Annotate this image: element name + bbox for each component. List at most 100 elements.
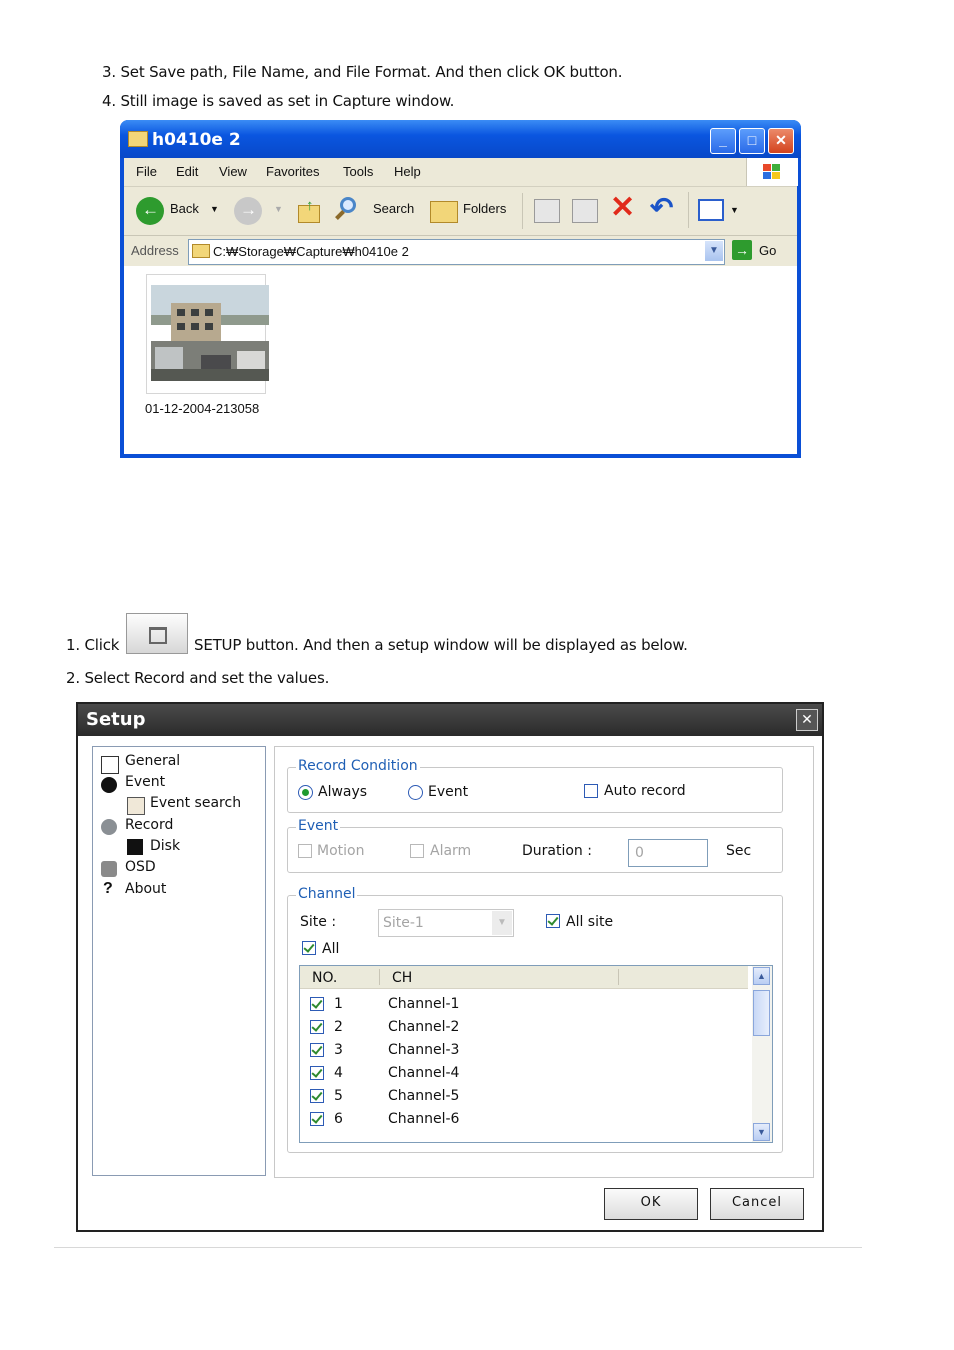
channel-name: Channel-4	[388, 1065, 460, 1081]
click-prefix-text: 1. Click	[66, 636, 120, 654]
address-bar: Address C:₩Storage₩Capture₩h0410e 2 ▼ → …	[124, 236, 797, 266]
auto-record-checkbox[interactable]	[584, 784, 598, 798]
folders-icon[interactable]	[430, 201, 458, 223]
table-row[interactable]: 1 Channel-1	[300, 993, 748, 1016]
general-icon	[101, 756, 119, 774]
close-icon[interactable]: ✕	[796, 709, 818, 731]
table-row[interactable]: 3 Channel-3	[300, 1039, 748, 1062]
event-search-icon	[127, 797, 145, 815]
explorer-window: h0410e 2 _ □ ✕ File Edit View Favorites …	[120, 120, 801, 458]
channel-checkbox[interactable]	[310, 1066, 324, 1080]
views-icon[interactable]	[698, 199, 724, 221]
address-value: C:₩Storage₩Capture₩h0410e 2	[213, 244, 409, 259]
back-button[interactable]: Back	[170, 201, 199, 216]
site-select[interactable]: Site-1 ▼	[378, 909, 514, 937]
toolbar: ← Back ▼ → ▼ ↑ Search Folders ✕ ↶ ▼	[124, 187, 797, 236]
channel-checkbox[interactable]	[310, 1020, 324, 1034]
menu-favorites[interactable]: Favorites	[266, 164, 319, 179]
menu-help[interactable]: Help	[394, 164, 421, 179]
close-icon[interactable]: ✕	[768, 128, 794, 154]
move-to-icon[interactable]	[534, 199, 560, 223]
address-label: Address	[131, 243, 179, 258]
channel-no: 5	[334, 1088, 343, 1104]
forward-arrow-icon[interactable]: →	[234, 197, 262, 225]
all-site-checkbox[interactable]	[546, 914, 560, 928]
table-row[interactable]: 2 Channel-2	[300, 1016, 748, 1039]
all-checkbox[interactable]	[302, 941, 316, 955]
always-radio[interactable]	[298, 785, 313, 800]
footer-divider	[54, 1247, 862, 1248]
duration-input[interactable]: 0	[628, 839, 708, 867]
back-dropdown-icon[interactable]: ▼	[210, 204, 219, 214]
channel-list-scrollbar[interactable]: ▲ ▼	[752, 966, 772, 1142]
search-icon[interactable]	[334, 195, 360, 225]
motion-label: Motion	[317, 843, 365, 859]
duration-label: Duration :	[522, 843, 592, 859]
record-condition-legend: Record Condition	[296, 758, 420, 774]
channel-checkbox[interactable]	[310, 1112, 324, 1126]
undo-icon[interactable]: ↶	[650, 193, 673, 223]
channel-checkbox[interactable]	[310, 1043, 324, 1057]
menu-file[interactable]: File	[136, 164, 157, 179]
folders-button[interactable]: Folders	[463, 201, 506, 216]
tree-item-about[interactable]: About	[125, 881, 166, 897]
record-panel: Record Condition Always Event Auto recor…	[274, 746, 814, 1178]
menu-edit[interactable]: Edit	[176, 164, 198, 179]
maximize-icon[interactable]: □	[739, 128, 765, 154]
tree-item-record[interactable]: Record	[125, 817, 173, 833]
chevron-down-icon[interactable]: ▼	[705, 241, 723, 261]
column-no-header[interactable]: NO.	[312, 970, 337, 986]
minimize-icon[interactable]: _	[710, 128, 736, 154]
forward-dropdown-icon[interactable]: ▼	[274, 204, 283, 214]
back-arrow-icon[interactable]: ←	[136, 197, 164, 225]
motion-checkbox[interactable]	[298, 844, 312, 858]
go-arrow-icon[interactable]: →	[732, 240, 752, 260]
setup-tools-icon	[149, 627, 167, 644]
tree-item-general[interactable]: General	[125, 753, 180, 769]
table-row[interactable]: 4 Channel-4	[300, 1062, 748, 1085]
table-row[interactable]: 6 Channel-6	[300, 1108, 748, 1131]
thumbnail-image	[151, 285, 269, 381]
auto-record-label: Auto record	[604, 783, 686, 799]
event-radio[interactable]	[408, 785, 423, 800]
address-field[interactable]: C:₩Storage₩Capture₩h0410e 2 ▼	[188, 239, 725, 265]
cancel-button[interactable]: Cancel	[710, 1188, 804, 1220]
menu-view[interactable]: View	[219, 164, 247, 179]
table-row[interactable]: 5 Channel-5	[300, 1085, 748, 1108]
copy-to-icon[interactable]	[572, 199, 598, 223]
chevron-down-icon[interactable]: ▼	[492, 911, 512, 935]
osd-icon	[101, 861, 117, 877]
thumbnail-frame[interactable]	[146, 274, 269, 394]
setup-title: Setup	[86, 709, 146, 730]
window-title: h0410e 2	[152, 130, 241, 150]
site-value: Site-1	[383, 915, 424, 931]
go-button[interactable]: Go	[759, 243, 776, 258]
channel-checkbox[interactable]	[310, 997, 324, 1011]
channel-list: NO. CH 1 Channel-1 2 Channel-2 3 Channel…	[299, 965, 773, 1143]
channel-no: 4	[334, 1065, 343, 1081]
scroll-thumb[interactable]	[753, 990, 770, 1036]
views-dropdown-icon[interactable]: ▼	[730, 205, 739, 215]
event-group-legend: Event	[296, 818, 341, 834]
channel-checkbox[interactable]	[310, 1089, 324, 1103]
file-name-label[interactable]: 01-12-2004-213058	[145, 401, 259, 416]
delete-icon[interactable]: ✕	[610, 193, 635, 223]
channel-name: Channel-5	[388, 1088, 460, 1104]
search-button[interactable]: Search	[373, 201, 414, 216]
ok-button[interactable]: OK	[604, 1188, 698, 1220]
always-label: Always	[318, 784, 368, 800]
scroll-up-icon[interactable]: ▲	[753, 967, 770, 985]
record-icon	[101, 819, 117, 835]
tree-item-event[interactable]: Event	[125, 774, 165, 790]
scroll-down-icon[interactable]: ▼	[753, 1123, 770, 1141]
alarm-checkbox[interactable]	[410, 844, 424, 858]
up-folder-icon[interactable]: ↑	[298, 197, 320, 223]
sec-label: Sec	[726, 843, 752, 859]
menu-tools[interactable]: Tools	[343, 164, 373, 179]
record-condition-group: Record Condition Always Event Auto recor…	[287, 758, 783, 813]
column-ch-header[interactable]: CH	[392, 970, 412, 986]
setup-titlebar: Setup ✕	[78, 704, 822, 736]
tree-item-disk[interactable]: Disk	[150, 838, 180, 854]
tree-item-osd[interactable]: OSD	[125, 859, 156, 875]
tree-item-event-search[interactable]: Event search	[150, 795, 241, 811]
